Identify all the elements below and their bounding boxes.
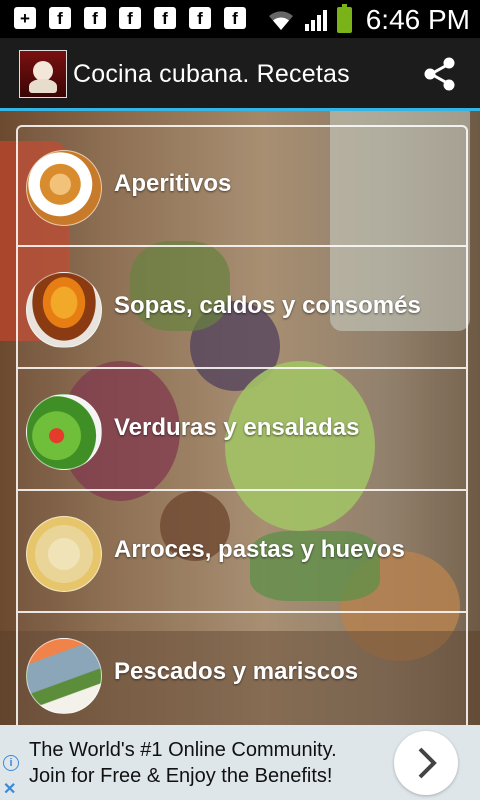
share-button[interactable]	[418, 52, 462, 96]
category-label: Sopas, caldos y consomés	[114, 292, 421, 319]
ad-text[interactable]: The World's #1 Online Community. Join fo…	[29, 737, 337, 789]
clock: 6:46 PM	[365, 4, 470, 35]
status-bar: + f f f f f f 6:46 PM	[0, 0, 480, 38]
fish-thumb	[26, 638, 102, 714]
appetizer-thumb	[26, 150, 102, 226]
ad-info-icon[interactable]: i	[3, 755, 19, 771]
notification-icons: + f f f f f f	[14, 7, 246, 29]
salad-thumb	[26, 394, 102, 470]
ad-line-2: Join for Free & Enjoy the Benefits!	[29, 765, 333, 787]
category-row-arroces[interactable]: Arroces, pastas y huevos	[18, 493, 466, 613]
divider	[18, 489, 466, 491]
wifi-icon	[268, 11, 293, 30]
category-row-aperitivos[interactable]: Aperitivos	[18, 127, 466, 247]
category-label: Verduras y ensaladas	[114, 414, 360, 441]
plus-box-icon: +	[14, 7, 36, 29]
battery-icon	[336, 4, 352, 33]
facebook-icon: f	[224, 7, 246, 29]
category-row-verduras[interactable]: Verduras y ensaladas	[18, 371, 466, 491]
divider	[18, 611, 466, 613]
category-row-pescados[interactable]: Pescados y mariscos	[18, 615, 466, 725]
facebook-icon: f	[189, 7, 211, 29]
divider	[18, 367, 466, 369]
signal-icon	[304, 10, 327, 31]
app-title: Cocina cubana. Recetas	[73, 60, 350, 88]
action-bar: Cocina cubana. Recetas	[0, 38, 480, 130]
chevron-right-icon	[418, 747, 437, 779]
facebook-icon: f	[84, 7, 106, 29]
category-row-sopas[interactable]: Sopas, caldos y consomés	[18, 249, 466, 369]
app-logo-icon[interactable]	[19, 50, 67, 98]
share-icon	[424, 57, 455, 91]
rice-thumb	[26, 516, 102, 592]
category-label: Pescados y mariscos	[114, 658, 359, 685]
facebook-icon: f	[154, 7, 176, 29]
facebook-icon: f	[119, 7, 141, 29]
category-label: Aperitivos	[114, 170, 232, 197]
category-list-area: Aperitivos Sopas, caldos y consomés Verd…	[0, 111, 480, 725]
facebook-icon: f	[49, 7, 71, 29]
divider	[18, 245, 466, 247]
category-panel: Aperitivos Sopas, caldos y consomés Verd…	[16, 125, 468, 725]
ad-close-icon[interactable]: ✕	[3, 779, 16, 799]
ad-go-button[interactable]	[394, 731, 458, 795]
ad-banner[interactable]: i ✕ The World's #1 Online Community. Joi…	[0, 725, 480, 800]
ad-line-1: The World's #1 Online Community.	[29, 739, 337, 761]
soup-thumb	[26, 272, 102, 348]
category-label: Arroces, pastas y huevos	[114, 536, 405, 563]
